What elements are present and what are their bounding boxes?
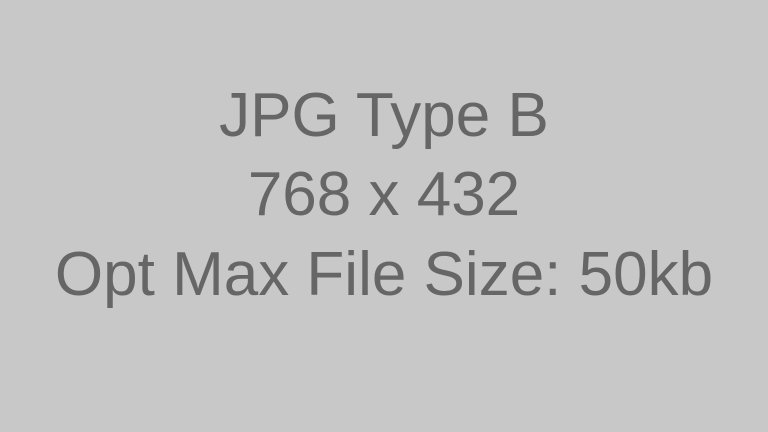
placeholder-type-text: JPG Type B [219,81,549,150]
placeholder-image: JPG Type B 768 x 432 Opt Max File Size: … [0,0,768,432]
placeholder-dimensions-text: 768 x 432 [247,160,521,229]
placeholder-file-size-text: Opt Max File Size: 50kb [54,240,714,309]
